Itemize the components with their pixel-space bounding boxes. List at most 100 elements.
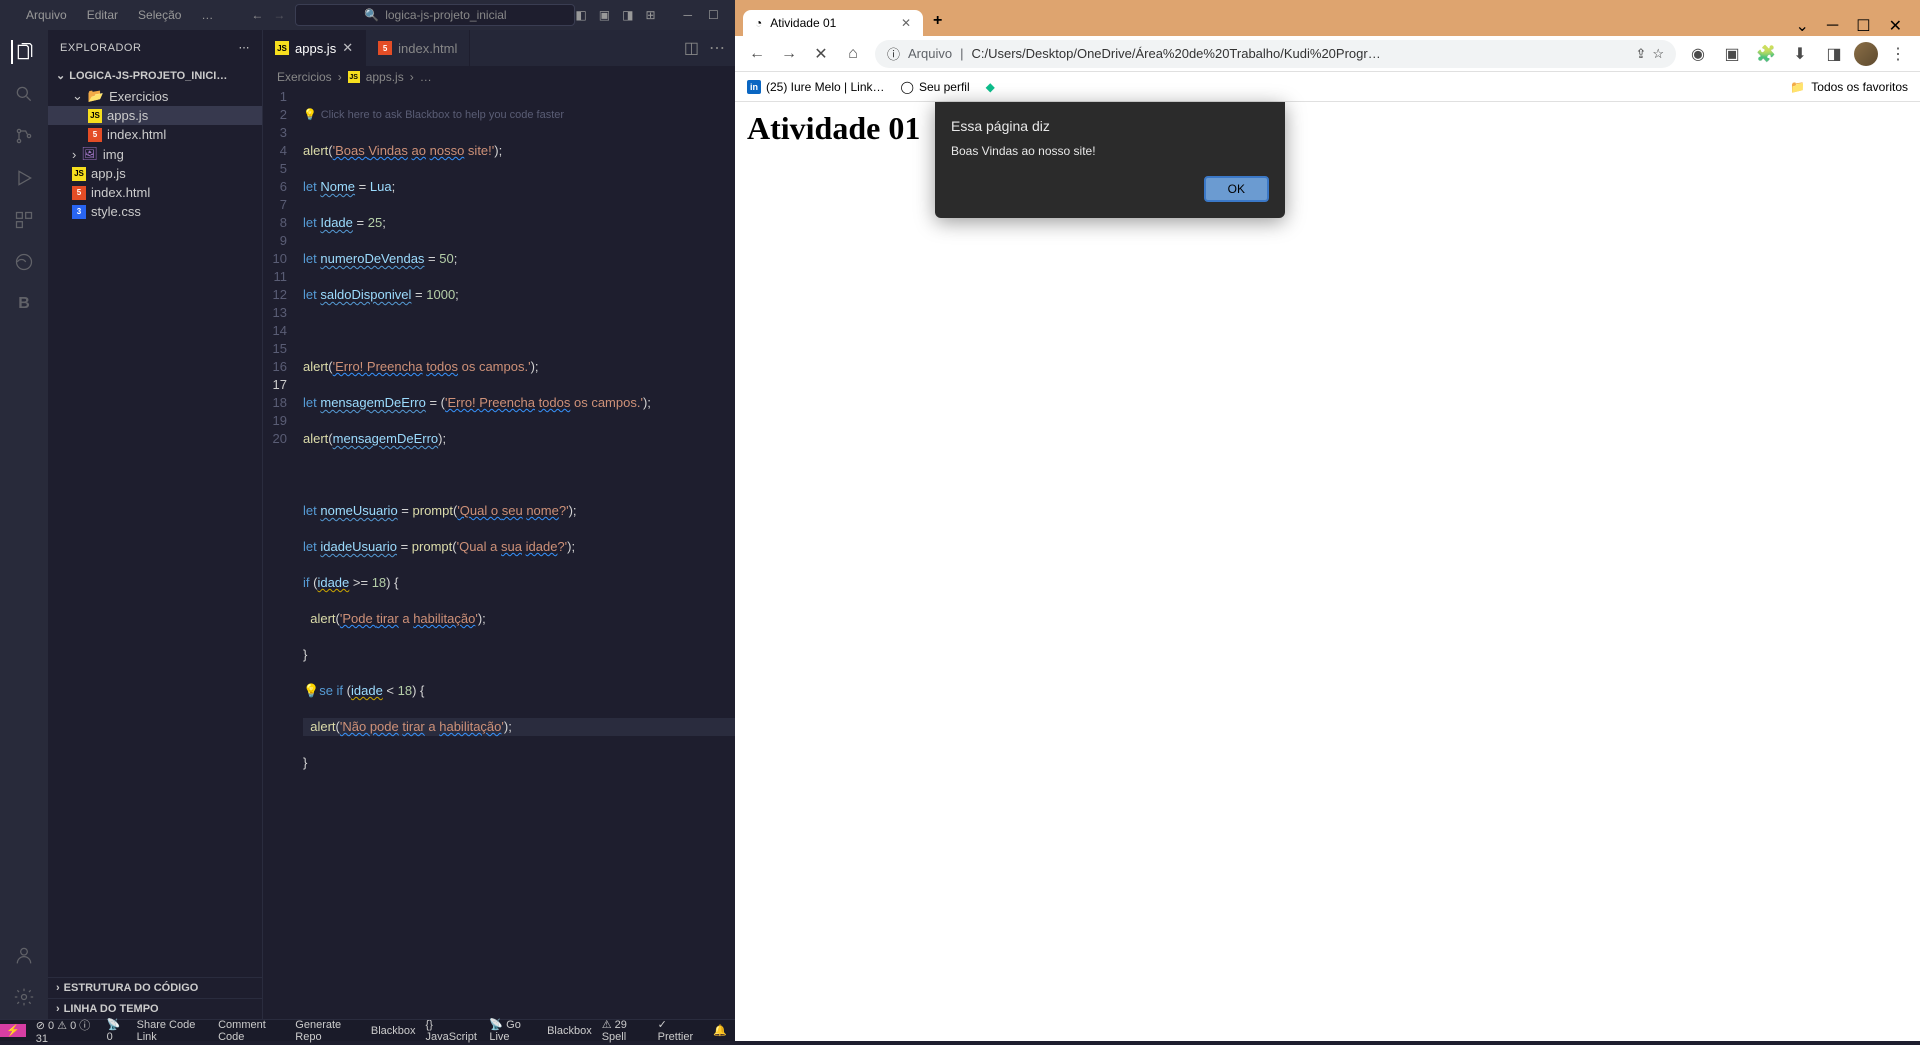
status-blackbox2[interactable]: Blackbox (547, 1025, 592, 1037)
minimize-icon[interactable]: ─ (684, 8, 693, 22)
chevron-down-icon: ⌄ (72, 88, 83, 104)
tree-file-app-js[interactable]: JSapp.js (48, 164, 262, 183)
tab-close-icon[interactable]: ✕ (342, 40, 353, 56)
code-content[interactable]: 💡 Click here to ask Blackbox to help you … (303, 88, 735, 1019)
layout-primary-icon[interactable]: ◧ (575, 8, 586, 22)
html-icon: 5 (88, 128, 102, 142)
side-panel-icon[interactable]: ◨ (1820, 40, 1848, 68)
breadcrumb-item[interactable]: … (420, 70, 432, 84)
tree-label: app.js (91, 166, 126, 181)
tree-folder-exercicios[interactable]: ⌄📂Exercicios (48, 86, 262, 106)
linkedin-icon: in (747, 80, 761, 94)
tab-title: Atividade 01 (770, 16, 836, 30)
code-editor[interactable]: 1234567891011121314151617181920 💡Click h… (263, 88, 735, 1019)
status-share[interactable]: Share Code Link (137, 1019, 208, 1043)
ext-icon-1[interactable]: ◉ (1684, 40, 1712, 68)
chevron-icon: › (338, 70, 342, 84)
debug-icon[interactable] (12, 166, 36, 190)
stop-button[interactable]: ✕ (807, 40, 835, 68)
bookmark-more[interactable]: ◆ (986, 80, 995, 94)
menu-arquivo[interactable]: Arquivo (18, 4, 75, 26)
b-icon[interactable]: B (12, 292, 36, 316)
dialog-ok-button[interactable]: OK (1204, 176, 1269, 202)
extensions-icon[interactable] (12, 208, 36, 232)
maximize-icon[interactable]: ☐ (708, 8, 719, 22)
back-button[interactable]: ← (743, 40, 771, 68)
command-center[interactable]: 🔍 logica-js-projeto_inicial (295, 4, 575, 26)
profile-avatar[interactable] (1854, 42, 1878, 66)
menu-editar[interactable]: Editar (79, 4, 126, 26)
status-blackbox1[interactable]: Blackbox (371, 1025, 416, 1037)
bookmark-linkedin[interactable]: in (25) Iure Melo | Link… (747, 80, 885, 94)
star-icon[interactable]: ☆ (1652, 46, 1664, 62)
bookmark-github[interactable]: ◯ Seu perfil (901, 80, 970, 94)
menu-selecao[interactable]: Seleção (130, 4, 189, 26)
split-editor-icon[interactable]: ◫ (684, 38, 699, 58)
tree-file-style-css[interactable]: 3style.css (48, 202, 262, 221)
source-control-icon[interactable] (12, 124, 36, 148)
edge-icon[interactable] (12, 250, 36, 274)
browser-window-controls: ⌄ ─ ☐ ✕ (1786, 16, 1913, 36)
hint-text[interactable]: Click here to ask Blackbox to help you c… (321, 106, 564, 124)
layout-custom-icon[interactable]: ⊞ (645, 8, 655, 22)
browser-tab[interactable]: ◔ Atividade 01 ✕ (743, 10, 923, 36)
status-golive[interactable]: 📡 Go Live (489, 1018, 537, 1043)
remote-icon[interactable]: ⚡ (0, 1024, 26, 1037)
bookmarks-all[interactable]: Todos os favoritos (1811, 80, 1908, 94)
layout-panel-icon[interactable]: ▣ (599, 8, 610, 22)
share-icon[interactable]: ⇪ (1635, 46, 1646, 62)
bulb-icon[interactable]: 💡 (303, 683, 319, 698)
close-icon[interactable]: ✕ (1889, 16, 1902, 36)
sidebar: EXPLORADOR ⋯ ⌄ LOGICA-JS-PROJETO_INICI… … (48, 30, 263, 1019)
extensions-puzzle-icon[interactable]: 🧩 (1752, 40, 1780, 68)
sidebar-footer: ›ESTRUTURA DO CÓDIGO ›LINHA DO TEMPO (48, 977, 262, 1019)
status-spell[interactable]: ⚠ 29 Spell (602, 1018, 648, 1043)
status-comment[interactable]: Comment Code (218, 1019, 285, 1043)
home-button[interactable]: ⌂ (839, 40, 867, 68)
minimize-icon[interactable]: ─ (1827, 17, 1838, 35)
status-radio[interactable]: 📡 0 (107, 1018, 127, 1043)
tab-apps-js[interactable]: JS apps.js ✕ (263, 30, 366, 66)
tab-more-icon[interactable]: ⋯ (709, 38, 725, 58)
address-bar[interactable]: ⓘ Arquivo | C:/Users/Desktop/OneDrive/Ár… (875, 40, 1676, 68)
search-activity-icon[interactable] (12, 82, 36, 106)
file-tree: ⌄📂Exercicios JSapps.js 5index.html ›🖼img… (48, 86, 262, 977)
layout-secondary-icon[interactable]: ◨ (622, 8, 633, 22)
dialog-message: Boas Vindas ao nosso site! (951, 144, 1269, 158)
status-generate[interactable]: Generate Repo (295, 1019, 361, 1043)
breadcrumbs[interactable]: Exercicios › JS apps.js › … (263, 66, 735, 88)
tree-file-apps-js[interactable]: JSapps.js (48, 106, 262, 125)
nav-back-icon[interactable]: ← (251, 8, 263, 22)
page-heading: Atividade 01 (747, 110, 1908, 147)
project-root[interactable]: ⌄ LOGICA-JS-PROJETO_INICI… (48, 65, 262, 86)
maximize-icon[interactable]: ☐ (1856, 16, 1870, 36)
tree-file-index-html-root[interactable]: 5index.html (48, 183, 262, 202)
info-icon[interactable]: ⓘ (887, 44, 900, 63)
address-scheme: Arquivo (908, 46, 952, 61)
browser-titlebar: ◔ Atividade 01 ✕ + ⌄ ─ ☐ ✕ (735, 0, 1920, 36)
breadcrumb-item[interactable]: apps.js (366, 70, 404, 84)
download-icon[interactable]: ⬇ (1786, 40, 1814, 68)
status-problems[interactable]: ⊘ 0 ⚠ 0 ⓘ 31 (36, 1017, 97, 1045)
status-bell-icon[interactable]: 🔔 (713, 1024, 727, 1037)
nav-forward-icon[interactable]: → (273, 8, 285, 22)
status-prettier[interactable]: ✓ Prettier (658, 1018, 700, 1043)
tree-folder-img[interactable]: ›🖼img (48, 144, 262, 164)
browser-menu-icon[interactable]: ⋮ (1884, 40, 1912, 68)
tree-file-index-html[interactable]: 5index.html (48, 125, 262, 144)
menu-more[interactable]: … (193, 4, 221, 26)
explorer-icon[interactable] (11, 40, 35, 64)
settings-icon[interactable] (12, 985, 36, 1009)
account-icon[interactable] (12, 943, 36, 967)
outline-section[interactable]: ›ESTRUTURA DO CÓDIGO (48, 977, 262, 998)
tab-index-html[interactable]: 5 index.html (366, 30, 470, 66)
tab-label: apps.js (295, 41, 336, 56)
status-lang[interactable]: {} JavaScript (426, 1019, 480, 1043)
sidebar-more-icon[interactable]: ⋯ (239, 41, 251, 54)
chevron-down-icon[interactable]: ⌄ (1796, 16, 1809, 36)
breadcrumb-item[interactable]: Exercicios (277, 70, 332, 84)
tab-close-icon[interactable]: ✕ (901, 16, 911, 30)
new-tab-button[interactable]: + (923, 6, 952, 36)
forward-button[interactable]: → (775, 40, 803, 68)
ext-icon-2[interactable]: ▣ (1718, 40, 1746, 68)
